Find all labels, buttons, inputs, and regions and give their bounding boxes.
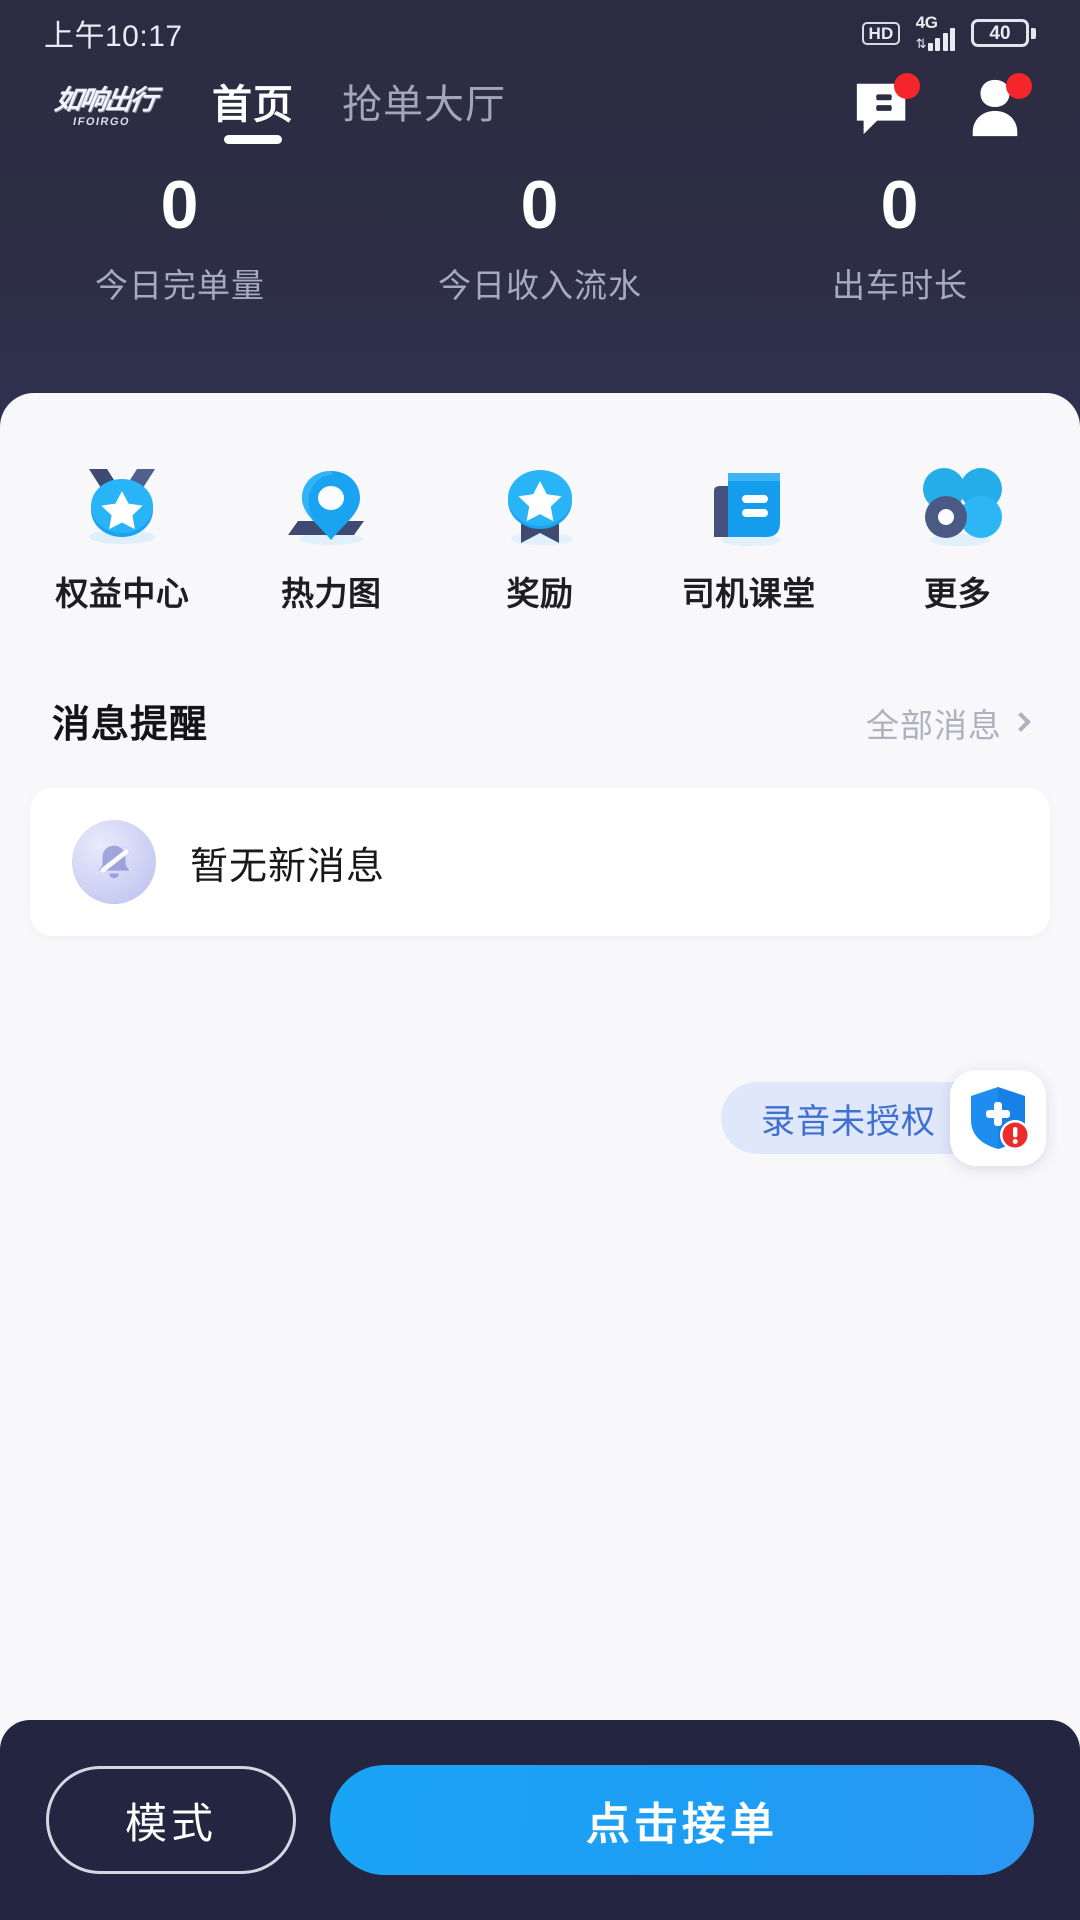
logo-subtitle: IFOIRGO [72,115,132,128]
mode-button-label: 模式 [124,1799,217,1847]
tab-home-label: 首页 [212,83,294,127]
status-bar: 上午10:17 HD 4G ⇅ 40 [0,0,1080,66]
quick-action-driver-class[interactable]: 司机课堂 [644,455,853,615]
nav-tabs: 首页 抢单大厅 [210,68,508,146]
messages-section-header: 消息提醒 全部消息 [0,615,1080,748]
tab-order-hall-label: 抢单大厅 [342,83,506,127]
stats-row: 0 今日完单量 0 今日收入流水 0 出车时长 [0,167,1080,307]
section-title: 消息提醒 [52,704,209,746]
stat-income: 0 今日收入流水 [360,167,720,307]
quick-action-reward[interactable]: 奖励 [436,455,645,615]
stat-value: 0 [520,167,560,243]
battery-level: 40 [989,22,1011,44]
status-time: 上午10:17 [44,20,183,53]
stat-label: 今日完单量 [95,267,265,305]
quick-action-heatmap[interactable]: 热力图 [227,455,436,615]
medal-star-icon [67,455,177,547]
quick-action-label: 奖励 [506,575,574,612]
tab-order-hall[interactable]: 抢单大厅 [340,68,508,146]
stat-completed-orders: 0 今日完单量 [0,167,360,307]
status-indicators: HD 4G ⇅ 40 [862,12,1036,51]
permission-notice: 录音未授权 [721,1070,1046,1166]
nav-actions [852,73,1036,138]
app-screen: 上午10:17 HD 4G ⇅ 40 如响出行 IFOIRGO 首页 抢单大厅 … [0,0,1080,1920]
book-icon [694,455,804,547]
accept-order-label: 点击接单 [586,1800,778,1849]
more-grid-icon [903,455,1013,547]
tab-home[interactable]: 首页 [210,68,296,146]
stat-driving-time: 0 出车时长 [720,167,1080,307]
network-type-label: 4G [915,12,938,32]
profile-badge-dot [1006,73,1032,99]
all-messages-label: 全部消息 [866,707,1002,744]
quick-action-label: 司机课堂 [681,575,816,612]
all-messages-link[interactable]: 全部消息 [866,699,1031,747]
mode-button[interactable]: 模式 [46,1766,296,1874]
stat-value: 0 [160,167,200,243]
chevron-right-icon [1011,712,1031,732]
map-pin-icon [276,455,386,547]
quick-action-label: 权益中心 [55,575,190,612]
accept-order-button[interactable]: 点击接单 [330,1765,1034,1875]
bell-off-icon [72,820,156,904]
message-badge-dot [894,73,920,99]
shield-alert-icon [967,1085,1030,1151]
quick-action-label: 热力图 [280,575,382,612]
hd-icon: HD [862,21,900,45]
message-button[interactable] [852,73,920,138]
data-arrows-icon: ⇅ [915,35,927,51]
quick-action-more[interactable]: 更多 [853,455,1062,615]
logo-title: 如响出行 [52,84,158,115]
app-logo: 如响出行 IFOIRGO [40,79,169,135]
profile-button[interactable] [964,73,1032,138]
quick-actions-grid: 权益中心 热力图 奖励 司机课堂 更多 [0,393,1080,615]
empty-message-card[interactable]: 暂无新消息 [30,788,1050,936]
bottom-action-bar: 模式 点击接单 [0,1720,1080,1920]
quick-action-rights-center[interactable]: 权益中心 [18,455,227,615]
recording-permission-label: 录音未授权 [761,1102,936,1141]
stat-label: 出车时长 [832,267,968,305]
tab-active-indicator [224,135,282,144]
quick-action-label: 更多 [924,575,992,612]
empty-message-text: 暂无新消息 [190,845,386,888]
award-badge-icon [485,455,595,547]
top-nav: 如响出行 IFOIRGO 首页 抢单大厅 [0,62,1080,152]
signal-icon: 4G ⇅ [915,12,955,51]
stat-value: 0 [880,167,920,243]
battery-icon: 40 [971,19,1036,47]
stat-label: 今日收入流水 [438,267,642,305]
shield-alert-button[interactable] [950,1070,1046,1166]
